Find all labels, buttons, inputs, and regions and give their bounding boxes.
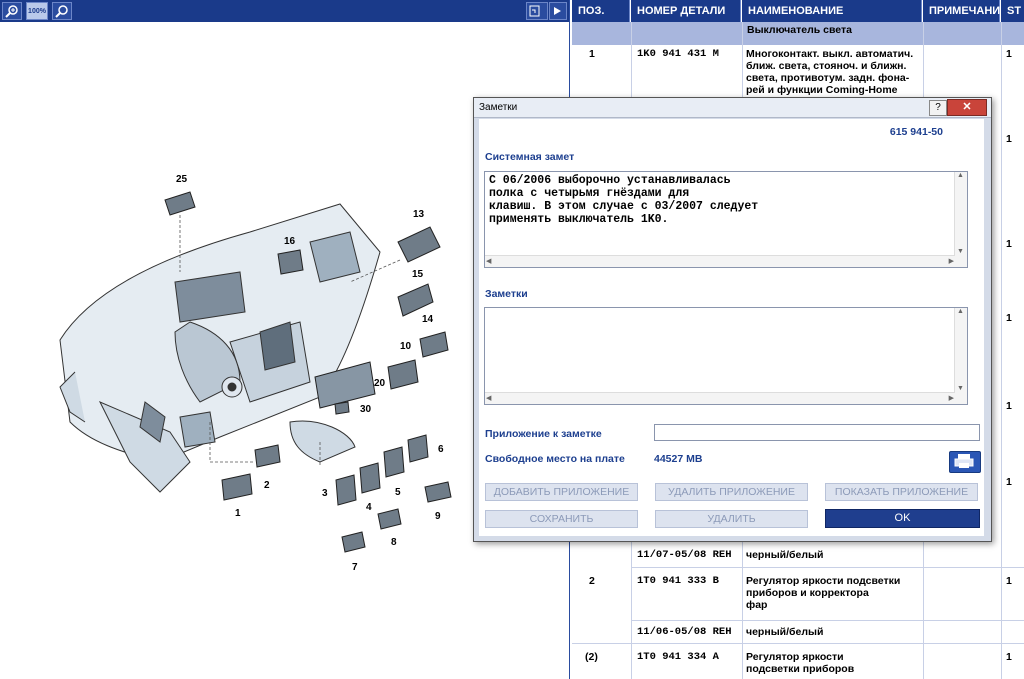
close-icon: ✕ bbox=[962, 101, 972, 113]
save-button[interactable]: СОХРАНИТЬ bbox=[485, 510, 638, 528]
free-space-value: 44527 MB bbox=[654, 453, 703, 465]
row-color-1: черный/белый bbox=[746, 549, 824, 561]
zoom-in-button[interactable] bbox=[2, 2, 22, 20]
st-value: 1 bbox=[1006, 312, 1012, 324]
row-1-pos: 1 bbox=[589, 48, 595, 60]
col-header-st[interactable]: ST bbox=[1001, 0, 1024, 22]
system-note-label: Системная замет bbox=[485, 151, 575, 163]
illustration-toolbar: 100% bbox=[0, 0, 569, 22]
row-date-2: 11/06-05/08 REH bbox=[637, 626, 732, 638]
notes-dialog: Заметки ? ✕ 615 941-50 Системная замет С… bbox=[473, 97, 992, 542]
row-1-st: 1 bbox=[1006, 48, 1012, 60]
callout-6: 6 bbox=[438, 444, 444, 455]
row-2-st: 1 bbox=[1006, 575, 1012, 587]
callout-14: 14 bbox=[422, 314, 434, 325]
row-2-pos: 2 bbox=[589, 575, 595, 587]
export-icon bbox=[529, 5, 540, 17]
row-1-name: Многоконтакт. выкл. автоматич. ближ. све… bbox=[746, 48, 914, 96]
show-attachment-button[interactable]: ПОКАЗАТЬ ПРИЛОЖЕНИЕ bbox=[825, 483, 978, 501]
row-2-part[interactable]: 1T0 941 333 B bbox=[637, 575, 719, 587]
horizontal-scrollbar[interactable]: ◀ ▶ bbox=[485, 392, 955, 404]
col-header-note[interactable]: ПРИМЕЧАНИЕ bbox=[923, 0, 1008, 22]
printer-icon bbox=[954, 454, 974, 468]
callout-10: 10 bbox=[400, 341, 412, 352]
row-3-name: Регулятор яркости подсветки приборов bbox=[746, 651, 855, 675]
attachment-label: Приложение к заметке bbox=[485, 428, 602, 440]
ok-button[interactable]: OK bbox=[825, 509, 980, 528]
row-1-part[interactable]: 1K0 941 431 M bbox=[637, 48, 719, 60]
callout-15: 15 bbox=[412, 269, 424, 280]
dashboard-drawing bbox=[59, 203, 381, 493]
scroll-down-icon[interactable]: ▼ bbox=[957, 248, 964, 255]
callout-9: 9 bbox=[435, 511, 441, 522]
col-header-part-number[interactable]: НОМЕР ДЕТАЛИ bbox=[631, 0, 741, 22]
vertical-scrollbar[interactable]: ▲ ▼ bbox=[954, 308, 967, 404]
scroll-left-icon[interactable]: ◀ bbox=[486, 257, 491, 265]
next-button[interactable] bbox=[549, 2, 567, 20]
system-note-text: С 06/2006 выборочно устанавливалась полк… bbox=[489, 174, 759, 226]
st-value: 1 bbox=[1006, 476, 1012, 488]
magnify-plus-icon bbox=[5, 5, 18, 18]
callout-20: 20 bbox=[374, 378, 386, 389]
callout-16: 16 bbox=[284, 236, 296, 247]
scroll-up-icon[interactable]: ▲ bbox=[957, 172, 964, 179]
horizontal-scrollbar[interactable]: ◀ ▶ bbox=[485, 255, 955, 267]
callout-2: 2 bbox=[264, 480, 270, 491]
callout-30: 30 bbox=[360, 404, 372, 415]
callout-1: 1 bbox=[235, 508, 241, 519]
zoom-100-label: 100% bbox=[28, 7, 46, 15]
dialog-body: 615 941-50 Системная замет С 06/2006 выб… bbox=[479, 119, 984, 536]
scroll-right-icon[interactable]: ▶ bbox=[949, 257, 954, 265]
row-3-part[interactable]: 1T0 941 334 A bbox=[637, 651, 719, 663]
zoom-100-button[interactable]: 100% bbox=[26, 2, 48, 20]
notes-textarea[interactable]: ▲ ▼ ◀ ▶ bbox=[484, 307, 968, 405]
callout-13: 13 bbox=[413, 209, 425, 220]
scroll-right-icon[interactable]: ▶ bbox=[949, 394, 954, 402]
st-value: 1 bbox=[1006, 133, 1012, 145]
callout-5: 5 bbox=[395, 487, 401, 498]
magnify-icon bbox=[55, 5, 68, 18]
scroll-up-icon[interactable]: ▲ bbox=[957, 308, 964, 315]
dialog-title: Заметки bbox=[479, 102, 518, 113]
delete-attachment-button[interactable]: УДАЛИТЬ ПРИЛОЖЕНИЕ bbox=[655, 483, 808, 501]
col-header-pos[interactable]: ПОЗ. bbox=[572, 0, 630, 22]
free-space-label: Свободное место на плате bbox=[485, 453, 625, 465]
attachment-input[interactable] bbox=[654, 424, 980, 441]
delete-button[interactable]: УДАЛИТЬ bbox=[655, 510, 808, 528]
callout-4: 4 bbox=[366, 502, 372, 513]
vertical-scrollbar[interactable]: ▲ ▼ bbox=[954, 172, 967, 267]
callout-25: 25 bbox=[176, 174, 188, 185]
st-value: 1 bbox=[1006, 238, 1012, 250]
row-3-st: 1 bbox=[1006, 651, 1012, 663]
question-icon: ? bbox=[935, 102, 941, 113]
add-attachment-button[interactable]: ДОБАВИТЬ ПРИЛОЖЕНИЕ bbox=[485, 483, 638, 501]
search-button[interactable] bbox=[52, 2, 72, 20]
system-note-textarea[interactable]: С 06/2006 выборочно устанавливалась полк… bbox=[484, 171, 968, 268]
help-button[interactable]: ? bbox=[929, 100, 947, 116]
row-color-2: черный/белый bbox=[746, 626, 824, 638]
selected-group-name: Выключатель света bbox=[747, 24, 852, 36]
callout-7: 7 bbox=[352, 562, 358, 573]
st-value: 1 bbox=[1006, 400, 1012, 412]
scroll-left-icon[interactable]: ◀ bbox=[486, 394, 491, 402]
col-header-name[interactable]: НАИМЕНОВАНИЕ bbox=[742, 0, 922, 22]
scroll-down-icon[interactable]: ▼ bbox=[957, 385, 964, 392]
export-button[interactable] bbox=[526, 2, 548, 20]
dialog-titlebar[interactable]: Заметки ? ✕ bbox=[474, 98, 991, 118]
notes-label: Заметки bbox=[485, 288, 528, 300]
row-date-1: 11/07-05/08 REH bbox=[637, 549, 732, 561]
close-button[interactable]: ✕ bbox=[947, 99, 987, 116]
row-2-name: Регулятор яркости подсветки приборов и к… bbox=[746, 575, 901, 611]
part-reference: 615 941-50 bbox=[889, 126, 943, 138]
callout-8: 8 bbox=[391, 537, 397, 548]
row-3-pos: (2) bbox=[585, 651, 598, 663]
arrow-right-icon bbox=[554, 7, 561, 15]
callout-3: 3 bbox=[322, 488, 328, 499]
print-button[interactable] bbox=[949, 451, 981, 473]
